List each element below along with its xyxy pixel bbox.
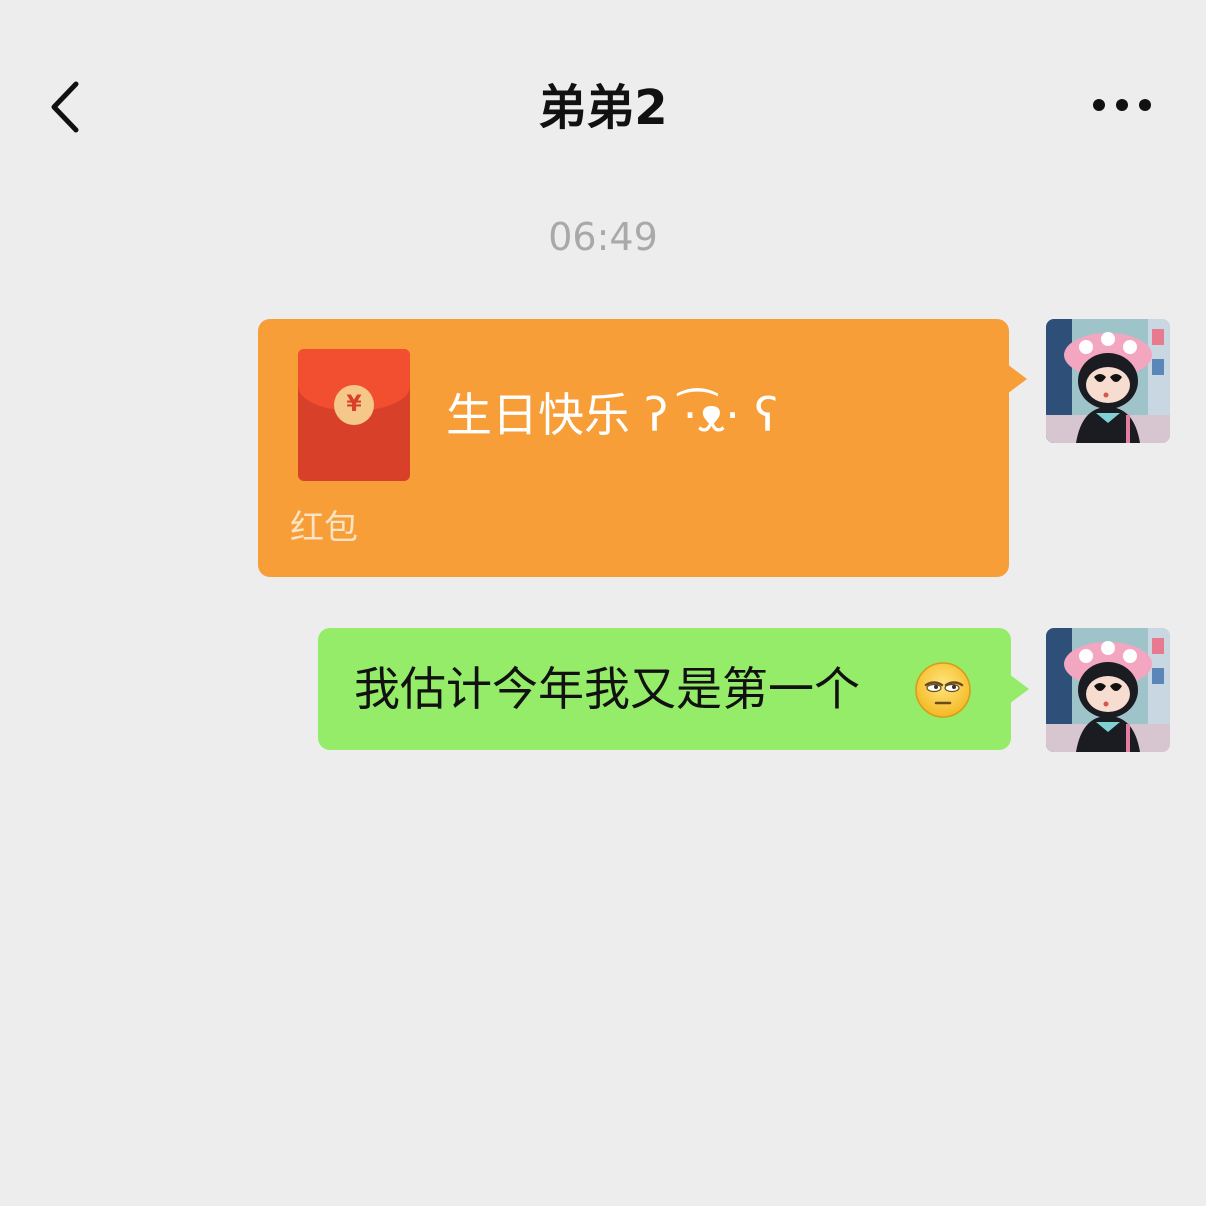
bubble-tail bbox=[1007, 364, 1027, 394]
more-button[interactable] bbox=[1086, 88, 1158, 122]
bubble-tail bbox=[1009, 674, 1029, 704]
red-packet-greeting: 生日快乐 ʔ ·͡ᴥ· ʕ bbox=[446, 388, 778, 442]
yuan-coin-icon: ¥ bbox=[334, 385, 374, 425]
avatar[interactable] bbox=[1046, 319, 1170, 443]
message-timestamp: 06:49 bbox=[548, 215, 658, 259]
red-envelope-icon: ¥ bbox=[298, 349, 410, 481]
more-dots-icon bbox=[1093, 99, 1151, 111]
text-message-bubble[interactable]: 我估计今年我又是第一个 bbox=[318, 628, 1011, 750]
avatar-illustration bbox=[1046, 628, 1170, 752]
unamused-face-icon bbox=[915, 662, 971, 718]
avatar[interactable] bbox=[1046, 628, 1170, 752]
chat-title: 弟弟2 bbox=[538, 80, 668, 136]
red-packet-label: 红包 bbox=[290, 508, 358, 548]
avatar-illustration bbox=[1046, 319, 1170, 443]
message-text: 我估计今年我又是第一个 bbox=[354, 662, 860, 716]
red-packet-bubble[interactable]: ¥ 生日快乐 ʔ ·͡ᴥ· ʕ 红包 bbox=[258, 319, 1009, 577]
navigation-bar: 弟弟2 bbox=[0, 0, 1206, 210]
